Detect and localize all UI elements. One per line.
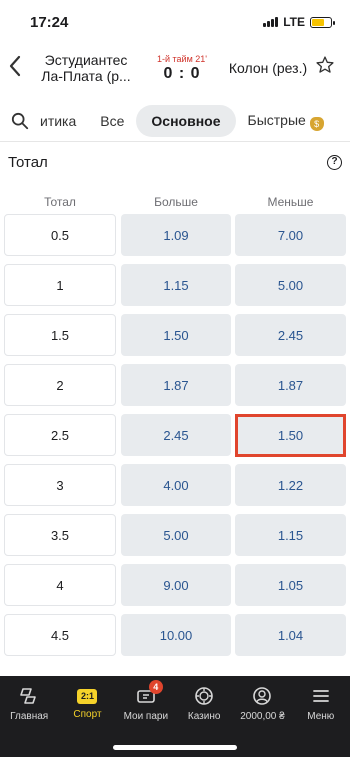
table-row: 2 1.87 1.87 <box>0 364 350 414</box>
column-header-over: Больше <box>154 195 198 209</box>
table-row: 0.5 1.09 7.00 <box>0 214 350 264</box>
home-indicator[interactable] <box>113 745 237 750</box>
team-home: Эстудиантес Ла-Плата (р... <box>41 52 131 84</box>
odd-under[interactable]: 1.87 <box>235 364 346 406</box>
odds-table: 0.5 1.09 7.00 1 1.15 5.00 1.5 1.50 2.45 … <box>0 214 350 664</box>
odd-over[interactable]: 9.00 <box>121 564 231 606</box>
odd-over[interactable]: 1.09 <box>121 214 231 256</box>
table-row: 1.5 1.50 2.45 <box>0 314 350 364</box>
signal-icon <box>263 17 279 27</box>
odd-over[interactable]: 4.00 <box>121 464 231 506</box>
tab-statistics[interactable]: итика <box>40 105 88 137</box>
money-bag-icon: $ <box>309 116 324 131</box>
odd-under[interactable]: 2.45 <box>235 314 346 356</box>
nav-home[interactable]: Главная <box>0 676 58 732</box>
search-button[interactable] <box>0 112 40 130</box>
total-value: 1 <box>4 264 116 306</box>
total-value: 0.5 <box>4 214 116 256</box>
nav-menu-label: Меню <box>307 711 335 722</box>
match-score: 0 : 0 <box>163 64 201 82</box>
profile-icon <box>252 686 272 706</box>
sport-icon: 2:1 <box>77 688 98 704</box>
nav-casino-label: Казино <box>187 711 221 722</box>
odd-under[interactable]: 1.05 <box>235 564 346 606</box>
odd-over[interactable]: 2.45 <box>121 414 231 456</box>
odd-over[interactable]: 5.00 <box>121 514 231 556</box>
nav-home-label: Главная <box>10 711 49 722</box>
favorite-button[interactable] <box>308 55 342 81</box>
total-value: 3 <box>4 464 116 506</box>
total-value: 4.5 <box>4 614 116 656</box>
nav-my-bets[interactable]: 4 Мои пари <box>117 676 175 732</box>
question-icon: ? <box>331 156 338 167</box>
help-button[interactable]: ? <box>327 155 342 170</box>
nav-casino[interactable]: Казино <box>175 676 233 732</box>
total-value: 2.5 <box>4 414 116 456</box>
score-block: 1-й тайм 21' 0 : 0 <box>136 54 228 83</box>
odd-over[interactable]: 1.50 <box>121 314 231 356</box>
market-tabs: итика Все Основное Быстрые $ <box>0 103 350 139</box>
odd-under[interactable]: 7.00 <box>235 214 346 256</box>
search-icon <box>11 112 29 130</box>
home-icon <box>19 686 39 706</box>
back-button[interactable] <box>8 55 36 81</box>
total-value: 4 <box>4 564 116 606</box>
table-row: 4.5 10.00 1.04 <box>0 614 350 664</box>
table-row: 4 9.00 1.05 <box>0 564 350 614</box>
table-row: 3.5 5.00 1.15 <box>0 514 350 564</box>
casino-chip-icon <box>194 686 214 706</box>
battery-icon <box>310 16 335 28</box>
total-value: 2 <box>4 364 116 406</box>
total-value: 3.5 <box>4 514 116 556</box>
bets-count-badge: 4 <box>148 680 163 694</box>
table-row: 1 1.15 5.00 <box>0 264 350 314</box>
odd-under[interactable]: 1.50 <box>235 414 346 456</box>
odd-over[interactable]: 1.15 <box>121 264 231 306</box>
tabs-divider <box>0 141 350 142</box>
odd-over[interactable]: 10.00 <box>121 614 231 656</box>
odd-under[interactable]: 1.15 <box>235 514 346 556</box>
status-bar: 17:24 LTE <box>0 0 350 44</box>
odd-under[interactable]: 5.00 <box>235 264 346 306</box>
total-value: 1.5 <box>4 314 116 356</box>
team-away: Колон (рез.) <box>228 60 308 76</box>
chevron-left-icon <box>9 55 21 77</box>
match-period: 1-й тайм 21' <box>156 53 207 64</box>
table-row: 2.5 2.45 1.50 <box>0 414 350 464</box>
tab-all[interactable]: Все <box>88 105 136 137</box>
nav-profile[interactable]: 2000,00 ₴ <box>233 676 291 732</box>
tab-fast-label: Быстрые <box>247 111 306 128</box>
match-header: Эстудиантес Ла-Плата (р... 1-й тайм 21' … <box>0 44 350 92</box>
star-icon <box>316 56 334 73</box>
table-row: 3 4.00 1.22 <box>0 464 350 514</box>
section-title: Тотал <box>8 154 48 171</box>
nav-balance-label: 2000,00 ₴ <box>240 711 285 722</box>
nav-sport[interactable]: 2:1 Спорт <box>58 676 116 732</box>
network-label: LTE <box>283 15 305 29</box>
column-header-total: Тотал <box>44 195 76 209</box>
nav-menu[interactable]: Меню <box>292 676 350 732</box>
odd-under[interactable]: 1.22 <box>235 464 346 506</box>
nav-sport-label: Спорт <box>73 708 102 720</box>
column-header-under: Меньше <box>267 195 314 209</box>
status-indicators: LTE <box>263 15 335 29</box>
tab-main[interactable]: Основное <box>136 105 236 137</box>
menu-icon <box>311 686 331 706</box>
tab-fast[interactable]: Быстрые $ <box>236 104 336 139</box>
odd-over[interactable]: 1.87 <box>121 364 231 406</box>
status-time: 17:24 <box>30 13 69 31</box>
odd-under[interactable]: 1.04 <box>235 614 346 656</box>
nav-my-bets-label: Мои пари <box>123 711 169 722</box>
